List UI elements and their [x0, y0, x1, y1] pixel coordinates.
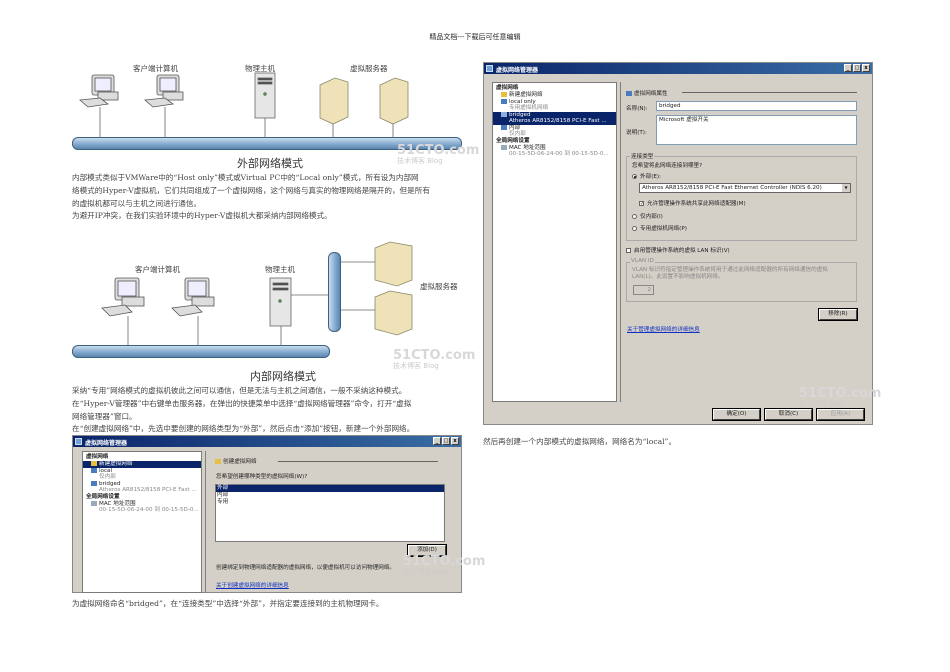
panel-title: 创建虚拟网络: [215, 457, 257, 465]
tree-item-bridged[interactable]: bridged Atheros AR8152/8158 PCI-E Fast ..…: [493, 111, 616, 125]
radio-private[interactable]: 专用虚拟机网络(P): [632, 224, 687, 232]
create-network-help-link[interactable]: 关于创建虚拟网络的详细信息: [216, 581, 289, 589]
network-icon: [91, 467, 97, 473]
vlan-checkbox[interactable]: 启用管理操作系统的虚拟 LAN 标识(V): [626, 246, 730, 254]
internal-network-bus: [328, 252, 341, 332]
text-line: 的虚拟机都可以与主机之间进行通信。: [72, 198, 202, 208]
chevron-down-icon: ▼: [842, 184, 850, 192]
text-line: 内部模式类似于VMWare中的“Host only”模式或Virtual PC中…: [72, 173, 419, 182]
section-global-settings[interactable]: 全局网络设置: [83, 494, 201, 501]
type-description: 创建绑定到物理网络适配器的虚拟网络，以便虚拟机可以访问物理网络。: [216, 565, 396, 571]
connection-question: 您希望将此网络连接到哪里?: [632, 163, 703, 169]
section-virtual-networks[interactable]: 虚拟网络: [83, 454, 201, 461]
virtual-network-manager-window-create: 虚拟网络管理器 _ □ x 虚拟网络 新建虚拟网络 local 仅内部 bridged…: [72, 435, 485, 593]
network-icon: [91, 480, 97, 486]
page-header: 精品文档---下载后可任意编辑: [429, 33, 521, 41]
new-network-icon: [215, 459, 221, 464]
new-network-icon: [501, 92, 507, 97]
paragraph-internal-mode: 内部模式类似于VMWare中的“Host only”模式或Virtual PC中…: [72, 172, 472, 223]
name-label: 名称(N):: [626, 106, 648, 112]
network-devices-icon: [101, 241, 413, 345]
radio-internal[interactable]: 仅内部(I): [632, 212, 663, 220]
mac-icon: [91, 500, 97, 506]
tree-item-mac-range[interactable]: MAC 地址范围 00-15-5D-06-24-00 到 00-15-5D-0..…: [493, 144, 616, 158]
host-server-icon: [269, 277, 292, 327]
remove-button[interactable]: 移除(R): [818, 308, 858, 321]
network-bus: [72, 345, 330, 358]
network-tree: 虚拟网络 新建虚拟网络 local 仅内部 bridged Atheros AR81…: [82, 451, 202, 593]
paragraph-instructions: 采纳“专用”网络模式的虚拟机彼此之间可以通信，但是无法与主机之间通信，一般不采纳…: [72, 385, 492, 436]
text-line: 为避开IP冲突，在我们实验环境中的Hyper-V虚拟机大都采纳内部网络模式。: [72, 211, 332, 221]
notes-label: 说明(T):: [626, 130, 647, 136]
tree-item-internal[interactable]: 内部 仅内部: [493, 124, 616, 138]
mac-icon: [501, 144, 507, 150]
adapter-select[interactable]: Atheros AR8152/8158 PCI-E Fast Ethernet …: [639, 183, 851, 193]
virtual-server-icon: [374, 241, 413, 336]
vlan-id-input[interactable]: 2: [633, 285, 654, 295]
network-tree: 虚拟网络 新建虚拟网络 local only 专用虚拟机网络 bridged Ath…: [492, 82, 617, 402]
maximize-button[interactable]: □: [853, 64, 861, 72]
list-option-external[interactable]: 外部: [216, 485, 444, 492]
minimize-button[interactable]: _: [844, 64, 852, 72]
title-bar: 虚拟网络管理器 _ □ x: [73, 436, 461, 447]
minimize-button[interactable]: _: [433, 437, 441, 445]
diagram-caption: 内部网络模式: [250, 370, 316, 383]
watermark: 51CTO.com 技术博客 Blog: [393, 348, 476, 370]
network-icon: [501, 98, 507, 104]
new-network-icon: [91, 461, 97, 466]
text-line: 在“Hyper-V管理器”中右键单击服务器，在弹出的快捷菜单中选择“虚拟网络管理…: [72, 398, 412, 408]
ok-button[interactable]: 确定(O): [712, 408, 761, 421]
app-icon: [486, 65, 493, 72]
vlan-legend: VLAN ID: [630, 258, 655, 264]
client-computer-icon: [101, 277, 215, 317]
watermark: 51CTO.com 技术博客 Blog: [799, 386, 882, 408]
network-icon: [501, 111, 507, 117]
text-line: 采纳“专用”网络模式的虚拟机彼此之间可以通信，但是无法与主机之间通信，一般不采纳…: [72, 386, 407, 395]
close-button[interactable]: x: [862, 64, 870, 72]
tree-item-local-only[interactable]: local only 专用虚拟机网络: [493, 98, 616, 112]
network-icon: [501, 124, 507, 130]
manage-network-help-link[interactable]: 关于管理虚拟网络的详细信息: [627, 325, 700, 333]
tree-item-mac-range[interactable]: MAC 地址范围 00-15-5D-06-24-00 到 00-15-5D-0..…: [83, 500, 201, 514]
host-server-icon: [254, 72, 276, 119]
diagram-caption: 外部网络模式: [237, 157, 303, 170]
close-button[interactable]: x: [451, 437, 459, 445]
virtual-network-manager-window-properties: 虚拟网络管理器 _ □ x 虚拟网络 新建虚拟网络 local only 专用虚拟机网…: [483, 62, 881, 425]
type-question: 您希望创建哪种类型的虚拟网络(W)?: [216, 474, 308, 480]
tree-item-local[interactable]: local 仅内部: [83, 467, 201, 481]
caption-dialog2: 然后再创建一个内部模式的虚拟网络，网络名为“local”。: [483, 437, 677, 446]
name-input[interactable]: bridged: [656, 101, 857, 111]
watermark: 51CTO.com 技术博客 Blog: [397, 143, 480, 165]
cancel-button[interactable]: 取消(C): [764, 408, 813, 421]
maximize-button[interactable]: □: [442, 437, 450, 445]
connection-type-legend: 连接类型: [630, 152, 655, 160]
allow-share-checkbox[interactable]: ✓ 允许管理操作系统共享此网络适配器(M): [639, 199, 746, 207]
list-option-private[interactable]: 专用: [216, 499, 444, 506]
network-type-list[interactable]: 外部 内部 专用: [215, 484, 445, 542]
text-line: 络模式的Hyper-V虚拟机，它们共同组成了一个虚拟网络，这个网络与真实的物理网…: [72, 185, 430, 195]
list-option-internal[interactable]: 内部: [216, 492, 444, 499]
radio-external[interactable]: 外部(E):: [632, 172, 661, 180]
panel-title: 虚拟网络属性: [626, 89, 668, 97]
vlan-description: VLAN 标识符指定管理操作系统将用于通过此网络适配器的所有网络通信的虚拟 LA…: [632, 267, 828, 280]
apply-button[interactable]: 应用(A): [816, 408, 865, 421]
caption-dialog1: 为虚拟网络命名“bridged”，在“连接类型”中选择“外部”，并指定要连接到的…: [72, 599, 384, 608]
network-icon: [626, 91, 632, 96]
client-computer-icon: [79, 74, 184, 108]
section-global-settings[interactable]: 全局网络设置: [493, 138, 616, 145]
app-icon: [75, 438, 82, 445]
title-bar: 虚拟网络管理器 _ □ x: [484, 63, 872, 74]
section-virtual-networks[interactable]: 虚拟网络: [493, 85, 616, 92]
virtual-server-icon: [319, 77, 409, 125]
notes-textarea[interactable]: Microsoft 虚拟开关: [656, 115, 857, 145]
text-line: 网络管理器”窗口。: [72, 411, 137, 421]
tree-item-bridged[interactable]: bridged Atheros AR8152/8158 PCI-E Fast ..…: [83, 480, 201, 494]
watermark: 51CTO.com 技术博客 Blog: [403, 554, 486, 576]
window-title: 虚拟网络管理器: [496, 67, 539, 74]
window-title: 虚拟网络管理器: [85, 440, 128, 447]
